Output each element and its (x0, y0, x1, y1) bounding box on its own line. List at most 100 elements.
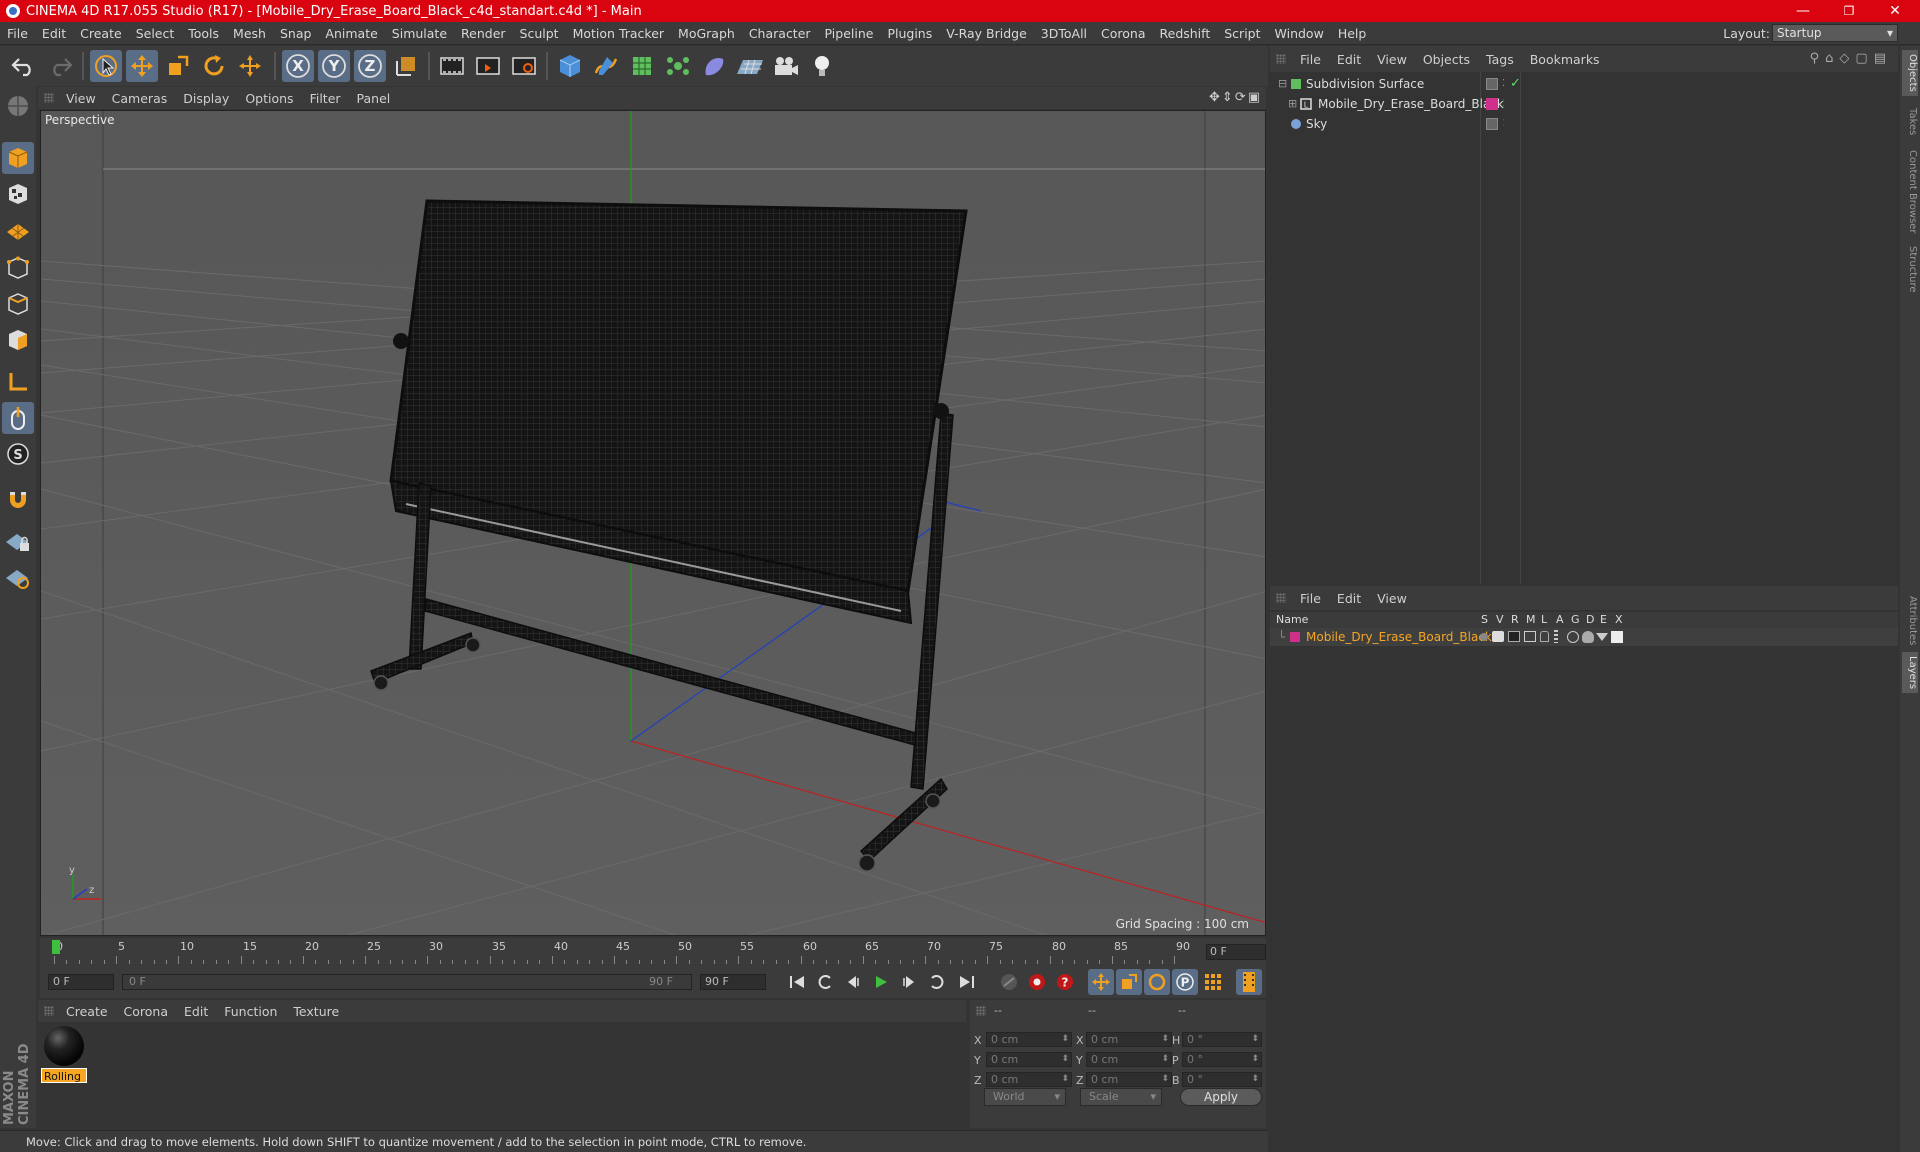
panel-grip[interactable] (1276, 54, 1286, 64)
viewport-navigation-icons[interactable]: ✥⇕⟳▣ (1209, 90, 1262, 105)
menu-edit[interactable]: Edit (35, 26, 73, 41)
key-pla-icon[interactable] (1200, 969, 1226, 995)
subdivision-surface-icon[interactable] (626, 50, 658, 82)
objects-menu-file[interactable]: File (1292, 52, 1329, 67)
menu-snap[interactable]: Snap (273, 26, 318, 41)
material-menu-corona[interactable]: Corona (116, 1004, 176, 1019)
tab-objects[interactable]: Objects (1902, 50, 1918, 96)
timeline-film-icon[interactable] (1236, 969, 1262, 995)
end-frame-field[interactable]: 90 F (700, 974, 766, 990)
menu-pipeline[interactable]: Pipeline (818, 26, 881, 41)
object-row-sky[interactable]: Sky ⁚ (1270, 114, 1898, 134)
xref-icon[interactable] (1611, 631, 1623, 643)
live-selection-icon[interactable] (90, 50, 122, 82)
rot-b-field[interactable]: 0 ° (1182, 1072, 1262, 1087)
object-search-home-icons[interactable]: ⚲⌂◇▢▤ (1810, 51, 1892, 66)
apply-button[interactable]: Apply (1180, 1088, 1262, 1106)
size-x-field[interactable]: 0 cm (1086, 1032, 1172, 1047)
pos-z-field[interactable]: 0 cm (986, 1072, 1072, 1087)
motion-record-icon[interactable] (996, 969, 1022, 995)
key-parameter-icon[interactable]: P (1172, 969, 1198, 995)
panel-grip[interactable] (976, 1006, 986, 1016)
start-frame-field[interactable]: 0 F (48, 974, 114, 990)
menu-mesh[interactable]: Mesh (226, 26, 273, 41)
size-z-field[interactable]: 0 cm (1086, 1072, 1172, 1087)
manager-icon[interactable] (1524, 631, 1536, 642)
tab-attributes[interactable]: Attributes (1902, 592, 1918, 649)
layer-row[interactable]: └ Mobile_Dry_Erase_Board_Black (1270, 628, 1898, 646)
menu-redshift[interactable]: Redshift (1153, 26, 1218, 41)
viewport-menu-panel[interactable]: Panel (349, 91, 399, 106)
lock-icon[interactable] (1540, 631, 1549, 642)
go-to-end-icon[interactable] (954, 969, 980, 995)
objects-menu-view[interactable]: View (1369, 52, 1415, 67)
cube-primitive-icon[interactable] (554, 50, 586, 82)
previous-keyframe-icon[interactable] (812, 969, 838, 995)
previous-frame-icon[interactable] (840, 969, 866, 995)
menu-plugins[interactable]: Plugins (880, 26, 939, 41)
restore-button[interactable]: ❐ (1826, 0, 1872, 22)
generators-icon[interactable] (1567, 631, 1579, 643)
render-view-icon[interactable] (436, 50, 468, 82)
visibility-dots-icon[interactable]: ⁚ (1502, 114, 1505, 134)
key-rotation-icon[interactable] (1144, 969, 1170, 995)
render-settings-icon[interactable] (508, 50, 540, 82)
panel-grip[interactable] (44, 93, 54, 103)
pos-x-field[interactable]: 0 cm (986, 1032, 1072, 1047)
deformers-icon[interactable] (1582, 631, 1594, 643)
z-axis-lock-icon[interactable]: Z (354, 50, 386, 82)
undo-icon[interactable] (8, 50, 40, 82)
menu-tools[interactable]: Tools (181, 26, 226, 41)
menu-file[interactable]: File (0, 26, 35, 41)
camera-icon[interactable] (770, 50, 802, 82)
menu-window[interactable]: Window (1268, 26, 1331, 41)
layer-menu-file[interactable]: File (1292, 591, 1329, 606)
deformer-icon[interactable] (698, 50, 730, 82)
menu-mograph[interactable]: MoGraph (671, 26, 742, 41)
enabled-check-icon[interactable]: ✓ (1510, 74, 1521, 94)
animation-icon[interactable] (1554, 630, 1558, 643)
layer-name[interactable]: Mobile_Dry_Erase_Board_Black (1306, 628, 1492, 646)
perspective-viewport[interactable]: y z Perspective Grid Spacing : 100 cm (40, 110, 1266, 936)
rot-h-field[interactable]: 0 ° (1182, 1032, 1262, 1047)
lock-workplane-icon[interactable] (2, 526, 34, 558)
menu-help[interactable]: Help (1331, 26, 1374, 41)
viewport-menu-filter[interactable]: Filter (302, 91, 349, 106)
viewport-menu-view[interactable]: View (58, 91, 104, 106)
next-keyframe-icon[interactable] (924, 969, 950, 995)
layer-toggle-icon[interactable] (1486, 78, 1498, 90)
go-to-start-icon[interactable] (784, 969, 810, 995)
play-icon[interactable] (868, 969, 894, 995)
spline-pen-icon[interactable] (590, 50, 622, 82)
key-position-icon[interactable] (1088, 969, 1114, 995)
redo-icon[interactable] (44, 50, 76, 82)
solo-mode-icon[interactable]: S (2, 438, 34, 470)
points-mode-icon[interactable] (2, 252, 34, 284)
scale-tool-icon[interactable] (162, 50, 194, 82)
menu-simulate[interactable]: Simulate (385, 26, 454, 41)
layer-color-swatch[interactable] (1290, 632, 1300, 642)
visibility-dots-icon[interactable]: ⁚ (1502, 94, 1505, 114)
tab-structure[interactable]: Structure (1902, 242, 1918, 297)
coordinate-space-select[interactable]: World (984, 1088, 1066, 1106)
layer-toggle-icon[interactable] (1486, 118, 1498, 130)
viewport-menu-display[interactable]: Display (175, 91, 237, 106)
size-y-field[interactable]: 0 cm (1086, 1052, 1172, 1067)
cloner-icon[interactable] (662, 50, 694, 82)
solo-dot-icon[interactable] (1480, 633, 1488, 641)
menu-create[interactable]: Create (73, 26, 129, 41)
edges-mode-icon[interactable] (2, 288, 34, 320)
material-menu-edit[interactable]: Edit (176, 1004, 216, 1019)
tab-takes[interactable]: Takes (1902, 104, 1918, 139)
polygons-mode-icon[interactable] (2, 324, 34, 356)
layer-color-swatch[interactable] (1486, 98, 1498, 110)
current-frame-field[interactable]: 0 F (1206, 944, 1266, 960)
layer-menu-view[interactable]: View (1369, 591, 1415, 606)
rotate-tool-icon[interactable] (198, 50, 230, 82)
coordinate-mode-select[interactable]: Scale (1080, 1088, 1162, 1106)
material-name-label[interactable]: Rolling (41, 1068, 87, 1083)
visibility-dots-icon[interactable]: ⁚ (1502, 74, 1505, 94)
menu-render[interactable]: Render (454, 26, 513, 41)
move-tool-icon[interactable] (126, 50, 158, 82)
menu-script[interactable]: Script (1217, 26, 1267, 41)
